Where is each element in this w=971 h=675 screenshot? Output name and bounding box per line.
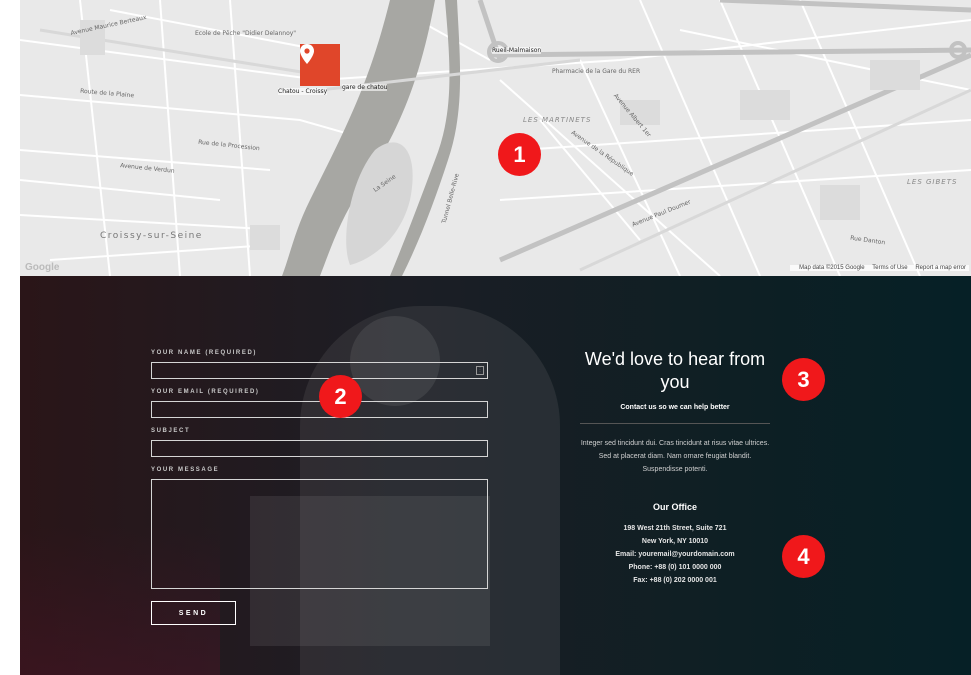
address-line-2: New York, NY 10010 [641,538,709,545]
info-body: Integer sed tincidunt dui. Cras tincidun… [580,440,770,473]
contact-info: We'd love to hear from you Contact us so… [580,348,770,587]
badge-1: 1 [498,133,541,176]
map-pin-icon [300,44,314,64]
badge-2: 2 [319,375,362,418]
google-map[interactable]: Croissy-sur-Seine LES MARTINETS LES GIBE… [20,0,971,276]
subject-label: SUBJECT [151,428,191,434]
map-data-text: Map data ©2015 Google [799,265,865,271]
map-label-gibets: LES GIBETS [907,178,958,186]
info-subheading: Contact us so we can help better [620,404,730,411]
map-footer: Map data ©2015 Google Terms of Use Repor… [790,265,969,271]
divider [580,423,770,424]
subject-field[interactable] [151,440,488,457]
map-marker[interactable] [300,44,340,86]
report-error-link[interactable]: Report a map error [915,265,966,271]
google-logo[interactable]: Google [25,262,59,273]
badge-3: 3 [782,358,825,401]
map-label-martinets: LES MARTINETS [523,116,592,124]
badge-4: 4 [782,535,825,578]
address-line-1: 198 West 21th Street, Suite 721 [623,525,727,532]
message-label: YOUR MESSAGE [151,467,220,473]
office-phone[interactable]: Phone: +88 (0) 101 0000 000 [580,561,770,574]
station-gare[interactable]: gare de chatou [342,84,388,91]
map-label-ecole: Ecole de Pêche "Didier Delannoy" [195,30,297,37]
office-address: 198 West 21th Street, Suite 721 New York… [580,522,770,587]
send-button[interactable]: SEND [151,601,236,625]
name-label: YOUR NAME (REQUIRED) [151,350,258,356]
map-label-pharmacie: Pharmacie de la Gare du RER [552,68,641,75]
contact-section: YOUR NAME (REQUIRED) ⋮ YOUR EMAIL (REQUI… [20,276,971,675]
office-fax: Fax: +88 (0) 202 0000 001 [633,577,717,584]
message-field[interactable] [151,479,488,589]
office-email[interactable]: Email: youremail@yourdomain.com [580,548,770,561]
station-rueil[interactable]: Rueil-Malmaison [492,47,542,54]
station-chatou[interactable]: Chatou - Croissy [278,88,328,95]
office-title: Our Office [652,502,697,512]
info-heading: We'd love to hear from you [584,349,766,392]
terms-link[interactable]: Terms of Use [872,265,907,271]
map-label-croissy: Croissy-sur-Seine [100,231,203,241]
name-field[interactable]: ⋮ [151,362,488,379]
autofill-icon[interactable]: ⋮ [476,366,484,375]
